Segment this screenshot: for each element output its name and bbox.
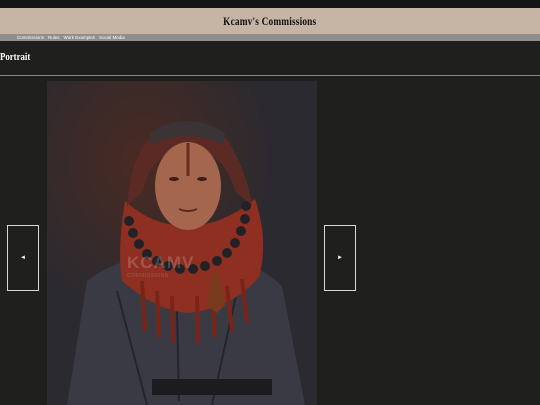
nav-item-social-media[interactable]: Social Media xyxy=(99,34,125,41)
site-title: Kcamv's Commissions xyxy=(223,13,317,28)
portrait-illustration xyxy=(47,81,317,405)
section-title: Portrait xyxy=(0,51,31,63)
nav-item-work-examples[interactable]: Work Examples xyxy=(64,34,95,41)
watermark-line-2: COMMISSIONS xyxy=(127,273,169,279)
watermark-line-1: KCAMV xyxy=(127,253,195,272)
section-divider xyxy=(0,75,540,76)
artwork-watermark: KCAMV COMMISSIONS xyxy=(127,253,194,279)
header-bar: Kcamv's Commissions xyxy=(0,8,540,34)
carousel-next-button[interactable]: ► xyxy=(324,225,356,291)
arrow-left-icon: ◄ xyxy=(20,255,26,261)
arrow-right-icon: ► xyxy=(337,255,343,261)
nav-item-commissions[interactable]: Commissions xyxy=(17,34,44,41)
portrait-artwork: KCAMV COMMISSIONS xyxy=(47,81,317,405)
carousel-prev-button[interactable]: ◄ xyxy=(7,225,39,291)
nav-bar: Commissions Rules Work Examples Social M… xyxy=(0,34,540,41)
nav-item-rules[interactable]: Rules xyxy=(48,34,60,41)
top-strip xyxy=(0,0,540,8)
